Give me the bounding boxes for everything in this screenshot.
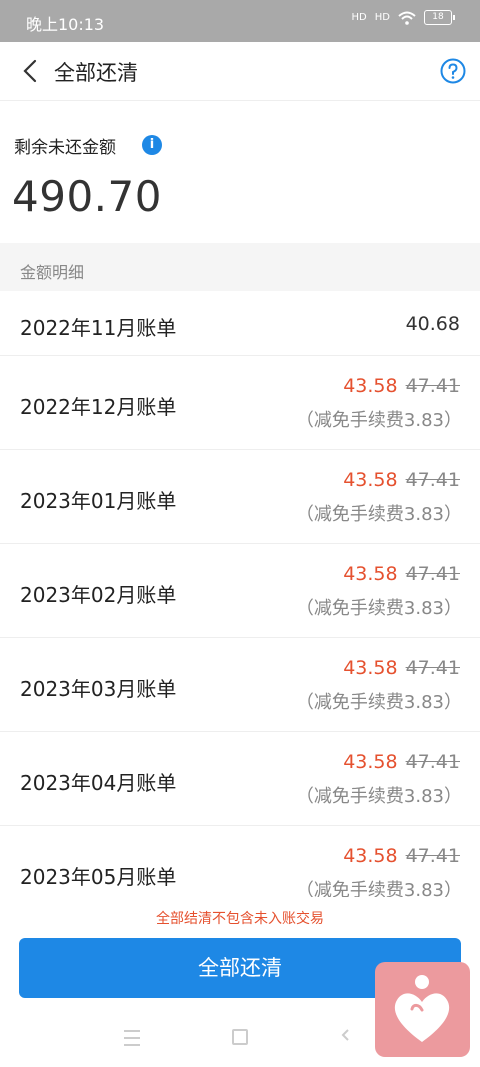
original-amount: 47.41 xyxy=(405,751,460,773)
signal-icon: HD xyxy=(374,11,390,23)
original-amount: 47.41 xyxy=(405,845,460,867)
bill-month: 2023年04月账单 xyxy=(20,771,177,795)
bill-row[interactable]: 2023年01月账单 43.58 47.41 （减免手续费3.83） xyxy=(0,449,480,544)
bill-row[interactable]: 2022年11月账单 40.68 xyxy=(0,291,480,356)
bill-amount: 40.68 xyxy=(405,313,460,335)
bill-month: 2023年03月账单 xyxy=(20,677,177,701)
bill-price: 43.58 47.41 xyxy=(343,657,460,679)
status-bar: 晚上10:13 HD HD 18 xyxy=(0,0,480,42)
discounted-amount: 43.58 xyxy=(343,375,398,397)
bill-price: 43.58 47.41 xyxy=(343,375,460,397)
nav-back-icon[interactable] xyxy=(340,1029,352,1041)
discounted-amount: 43.58 xyxy=(343,657,398,679)
bill-month: 2023年02月账单 xyxy=(20,583,177,607)
help-icon[interactable] xyxy=(440,58,466,84)
battery-icon: 18 xyxy=(424,10,455,25)
fee-waiver-note: （减免手续费3.83） xyxy=(295,786,462,807)
bill-price: 43.58 47.41 xyxy=(343,845,460,867)
heart-icon xyxy=(394,975,450,1042)
wifi-icon xyxy=(398,11,416,25)
bill-month: 2022年11月账单 xyxy=(20,316,177,340)
section-title: 金额明细 xyxy=(20,263,85,282)
bill-row[interactable]: 2023年04月账单 43.58 47.41 （减免手续费3.83） xyxy=(0,731,480,826)
home-icon[interactable] xyxy=(232,1029,248,1045)
discounted-amount: 43.58 xyxy=(343,845,398,867)
bill-price: 43.58 47.41 xyxy=(343,469,460,491)
bill-row[interactable]: 2023年02月账单 43.58 47.41 （减免手续费3.83） xyxy=(0,543,480,638)
bill-month: 2023年05月账单 xyxy=(20,865,177,889)
bill-price: 43.58 47.41 xyxy=(343,563,460,585)
status-time: 晚上10:13 xyxy=(26,15,105,34)
original-amount: 47.41 xyxy=(405,469,460,491)
remaining-balance-amount: 490.70 xyxy=(12,172,162,221)
info-icon[interactable]: i xyxy=(142,135,162,155)
bill-row[interactable]: 2022年12月账单 43.58 47.41 （减免手续费3.83） xyxy=(0,355,480,450)
back-chevron-icon[interactable] xyxy=(18,57,46,85)
discounted-amount: 43.58 xyxy=(343,469,398,491)
original-amount: 47.41 xyxy=(405,563,460,585)
header: 全部还清 xyxy=(0,42,480,101)
menu-icon[interactable] xyxy=(124,1030,140,1046)
bill-month: 2023年01月账单 xyxy=(20,489,177,513)
discounted-amount: 43.58 xyxy=(343,563,398,585)
original-amount: 47.41 xyxy=(405,375,460,397)
remaining-balance-label: 剩余未还金额 xyxy=(14,138,116,158)
fee-waiver-note: （减免手续费3.83） xyxy=(295,598,462,619)
floating-assistant-button[interactable] xyxy=(375,962,470,1057)
original-amount: 47.41 xyxy=(405,657,460,679)
status-icons: HD HD 18 xyxy=(351,10,455,25)
bill-price: 43.58 47.41 xyxy=(343,751,460,773)
section-header: 金额明细 xyxy=(0,243,480,291)
signal-icon: HD xyxy=(351,11,367,23)
bill-row[interactable]: 2023年03月账单 43.58 47.41 （减免手续费3.83） xyxy=(0,637,480,732)
fee-waiver-note: （减免手续费3.83） xyxy=(295,692,462,713)
fee-waiver-note: （减免手续费3.83） xyxy=(295,504,462,525)
payoff-notice: 全部结清不包含未入账交易 xyxy=(156,911,324,927)
fee-waiver-note: （减免手续费3.83） xyxy=(295,410,462,431)
discounted-amount: 43.58 xyxy=(343,751,398,773)
bill-month: 2022年12月账单 xyxy=(20,395,177,419)
page-title: 全部还清 xyxy=(54,61,138,85)
